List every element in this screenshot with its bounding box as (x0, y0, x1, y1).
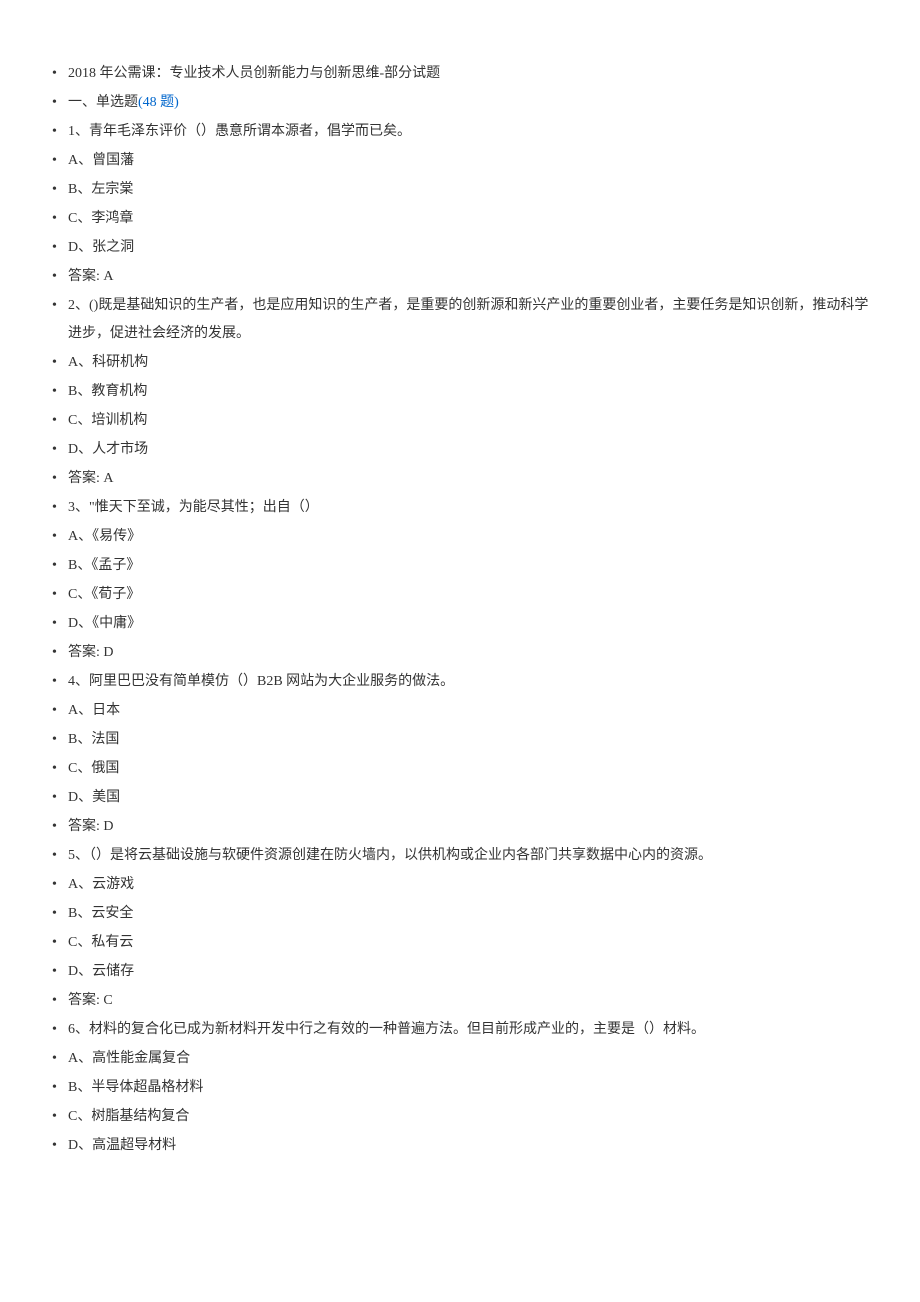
question-option: D、张之洞 (50, 234, 870, 262)
question-option: A、高性能金属复合 (50, 1045, 870, 1073)
question-option: D、美国 (50, 784, 870, 812)
question-prompt: 4、阿里巴巴没有简单模仿（）B2B 网站为大企业服务的做法。 (50, 668, 870, 696)
question-option: B、教育机构 (50, 378, 870, 406)
question-option: D、《中庸》 (50, 610, 870, 638)
question-option: A、《易传》 (50, 523, 870, 551)
question-prompt: 5、（）是将云基础设施与软硬件资源创建在防火墙内，以供机构或企业内各部门共享数据… (50, 842, 870, 870)
question-option: C、树脂基结构复合 (50, 1103, 870, 1131)
section-heading: 一、单选题(48 题) (50, 89, 870, 117)
question-option: B、《孟子》 (50, 552, 870, 580)
document-title: 2018 年公需课：专业技术人员创新能力与创新思维-部分试题 (50, 60, 870, 88)
question-option: C、俄国 (50, 755, 870, 783)
question-option: C、《荀子》 (50, 581, 870, 609)
question-option: B、左宗棠 (50, 176, 870, 204)
question-prompt: 6、材料的复合化已成为新材料开发中行之有效的一种普遍方法。但目前形成产业的，主要… (50, 1016, 870, 1044)
section-heading-link[interactable]: (48 题) (138, 95, 179, 110)
question-option: D、云储存 (50, 958, 870, 986)
question-answer: 答案: A (50, 263, 870, 291)
question-option: C、私有云 (50, 929, 870, 957)
question-prompt: 2、()既是基础知识的生产者，也是应用知识的生产者，是重要的创新源和新兴产业的重… (50, 292, 870, 348)
question-answer: 答案: A (50, 465, 870, 493)
question-answer: 答案: C (50, 987, 870, 1015)
question-option: A、曾国藩 (50, 147, 870, 175)
question-option: B、法国 (50, 726, 870, 754)
question-option: C、培训机构 (50, 407, 870, 435)
section-heading-text: 一、单选题 (68, 95, 138, 110)
question-answer: 答案: D (50, 639, 870, 667)
question-option: C、李鸿章 (50, 205, 870, 233)
question-option: B、半导体超晶格材料 (50, 1074, 870, 1102)
document-list: 2018 年公需课：专业技术人员创新能力与创新思维-部分试题 一、单选题(48 … (50, 60, 870, 1160)
question-answer: 答案: D (50, 813, 870, 841)
question-option: D、高温超导材料 (50, 1132, 870, 1160)
question-option: A、日本 (50, 697, 870, 725)
question-prompt: 1、青年毛泽东评价（）愚意所谓本源者，倡学而已矣。 (50, 118, 870, 146)
question-option: A、科研机构 (50, 349, 870, 377)
question-option: A、云游戏 (50, 871, 870, 899)
question-prompt: 3、"惟天下至诚，为能尽其性；出自（） (50, 494, 870, 522)
question-option: B、云安全 (50, 900, 870, 928)
question-option: D、人才市场 (50, 436, 870, 464)
